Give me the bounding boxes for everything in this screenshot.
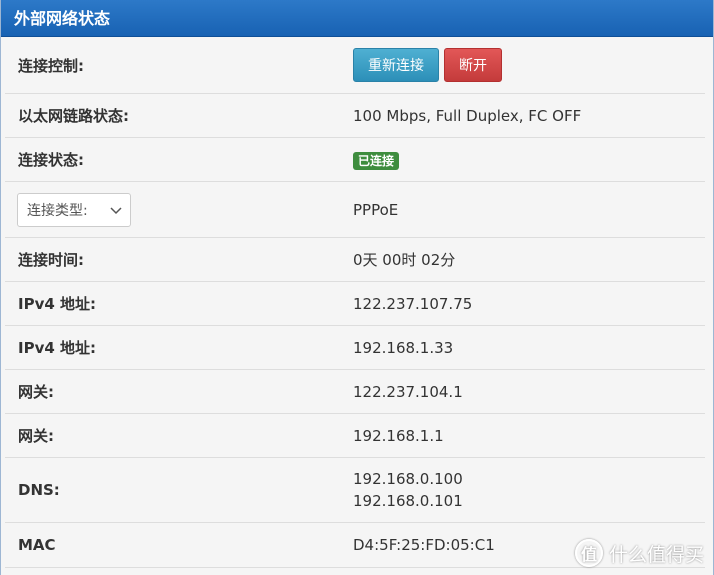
status-table: 连接控制: 重新连接 断开 以太网链路状态: 100 Mbps, Full Dup… (5, 37, 705, 568)
row-connection-type: 连接类型: PPPoE (5, 182, 705, 238)
row-gateway: 网关: 122.237.104.1 (5, 370, 705, 414)
row-connection-time: 连接时间: 0天 00时 02分 (5, 238, 705, 282)
mac-value: D4:5F:25:FD:05:C1 (353, 536, 495, 554)
connection-status-label: 连接状态: (18, 151, 84, 169)
connection-control-buttons: 重新连接 断开 (353, 48, 502, 82)
gateway-label: 网关: (18, 427, 54, 445)
row-connection-status: 连接状态: 已连接 (5, 138, 705, 182)
row-ipv4-address: IPv4 地址: 122.237.107.75 (5, 282, 705, 326)
connection-time-value: 0天 00时 02分 (353, 250, 456, 269)
gateway-value: 192.168.1.1 (353, 426, 444, 445)
mac-label: MAC (18, 536, 56, 554)
connection-type-value: PPPoE (353, 200, 399, 219)
connection-type-select-value: 连接类型: (27, 202, 88, 219)
dns-values: 192.168.0.100 192.168.0.101 (353, 468, 463, 512)
ipv4-address-value: 122.237.107.75 (353, 294, 473, 313)
gateway-value: 122.237.104.1 (353, 382, 463, 401)
ipv4-address-label: IPv4 地址: (18, 339, 97, 357)
gateway-label: 网关: (18, 383, 54, 401)
disconnect-button[interactable]: 断开 (444, 48, 502, 82)
panel-title: 外部网络状态 (1, 0, 713, 37)
row-connection-control: 连接控制: 重新连接 断开 (5, 37, 705, 94)
connection-status-value: 已连接 (353, 149, 400, 171)
dns-primary-value: 192.168.0.100 (353, 470, 463, 488)
connected-badge: 已连接 (353, 151, 400, 170)
watermark-text: 什么值得买 (608, 543, 704, 566)
watermark: 值 什么值得买 (574, 539, 704, 567)
connection-type-select[interactable]: 连接类型: (17, 192, 131, 227)
row-link-status: 以太网链路状态: 100 Mbps, Full Duplex, FC OFF (5, 94, 705, 138)
dns-secondary-value: 192.168.0.101 (353, 492, 463, 510)
chevron-down-icon (110, 206, 122, 214)
link-status-label: 以太网链路状态: (18, 107, 129, 125)
dns-label: DNS: (18, 481, 60, 499)
ipv4-address-value: 192.168.1.33 (353, 338, 454, 357)
connection-control-label: 连接控制: (18, 56, 84, 75)
external-network-status-panel: 外部网络状态 连接控制: 重新连接 断开 以太网链路状态: 100 Mbps, F… (0, 0, 714, 575)
link-status-value: 100 Mbps, Full Duplex, FC OFF (353, 106, 582, 125)
row-ipv4-address-lan: IPv4 地址: 192.168.1.33 (5, 326, 705, 370)
watermark-logo-icon: 值 (574, 539, 603, 567)
row-dns: DNS: 192.168.0.100 192.168.0.101 (5, 458, 705, 523)
connection-type-cell: 连接类型: (5, 192, 353, 227)
connection-time-label: 连接时间: (18, 251, 84, 269)
reconnect-button[interactable]: 重新连接 (353, 48, 439, 82)
ipv4-address-label: IPv4 地址: (18, 295, 97, 313)
row-gateway-lan: 网关: 192.168.1.1 (5, 414, 705, 458)
